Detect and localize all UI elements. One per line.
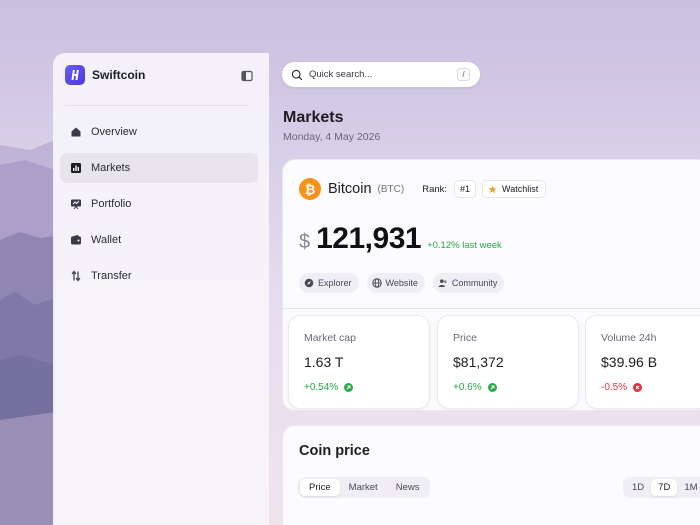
- link-label: Explorer: [318, 278, 352, 288]
- coin-price-row: $ 121,931 +0.12% last week: [299, 222, 502, 256]
- sidebar-item-label: Overview: [91, 126, 137, 138]
- sidebar-item-label: Markets: [91, 162, 131, 174]
- time-range-selector: 1D 7D 1M: [623, 477, 700, 498]
- coin-price-title: Coin price: [299, 443, 370, 459]
- stat-change-value: +0.54%: [304, 382, 339, 393]
- transfer-icon: [71, 270, 81, 282]
- watchlist-label: Watchlist: [502, 184, 539, 194]
- search-shortcut-key: /: [457, 68, 470, 81]
- stat-change: +0.6%: [453, 382, 497, 393]
- coin-overview-card: ₿ Bitcoin (BTC) Rank: #1 Watchlist $ 121…: [282, 159, 700, 411]
- brand-logo-icon: [65, 65, 85, 85]
- search-input[interactable]: [309, 69, 449, 80]
- star-icon: [488, 185, 497, 193]
- range-1m[interactable]: 1M: [677, 479, 700, 496]
- search-bar[interactable]: /: [282, 62, 480, 87]
- search-icon: [291, 69, 303, 80]
- page-title: Markets: [283, 109, 344, 126]
- sidebar-item-overview[interactable]: Overview: [60, 117, 258, 147]
- stat-label: Price: [453, 332, 477, 344]
- sidebar-toggle-icon[interactable]: [241, 69, 253, 82]
- coin-price: 121,931: [316, 222, 422, 255]
- watchlist-button[interactable]: Watchlist: [482, 180, 547, 198]
- sidebar-item-label: Transfer: [91, 270, 132, 282]
- stat-label: Market cap: [304, 332, 356, 344]
- brand-name: Swiftcoin: [92, 68, 146, 82]
- compass-icon: [304, 278, 314, 288]
- arrow-up-right-icon: [487, 383, 497, 392]
- stat-label: Volume 24h: [601, 332, 657, 344]
- stat-change-value: -0.5%: [601, 382, 628, 393]
- stat-value: $81,372: [453, 354, 504, 370]
- close-icon: [633, 383, 643, 392]
- link-label: Website: [385, 278, 418, 288]
- stat-change: -0.5%: [601, 382, 643, 393]
- currency-symbol: $: [299, 231, 311, 253]
- coin-price-tabs: Price Market News: [298, 477, 431, 498]
- sidebar-nav: Overview Markets Portfolio Wallet Transf…: [60, 117, 258, 297]
- home-icon: [71, 127, 81, 137]
- sidebar-item-transfer[interactable]: Transfer: [60, 261, 258, 291]
- range-7d[interactable]: 7D: [651, 479, 678, 496]
- stat-change: +0.54%: [304, 382, 354, 393]
- users-icon: [438, 279, 447, 287]
- sidebar-item-portfolio[interactable]: Portfolio: [60, 189, 258, 219]
- chart-icon: [71, 163, 81, 173]
- range-1d[interactable]: 1D: [625, 479, 651, 496]
- sidebar-item-markets[interactable]: Markets: [60, 153, 258, 183]
- stat-change-value: +0.6%: [453, 382, 482, 393]
- coin-name: Bitcoin: [328, 181, 372, 197]
- sidebar-item-label: Portfolio: [91, 198, 132, 210]
- coin-links: Explorer Website Community: [299, 273, 512, 293]
- stat-value: $39.96 B: [601, 354, 658, 370]
- rank-badge: #1: [454, 180, 477, 198]
- coin-ticker: (BTC): [377, 183, 405, 195]
- stat-value: 1.63 T: [304, 354, 344, 370]
- card-divider: [283, 308, 700, 309]
- bitcoin-icon: ₿: [299, 178, 321, 200]
- coin-price-change: +0.12% last week: [427, 240, 502, 251]
- brand[interactable]: Swiftcoin: [65, 65, 145, 85]
- price-card: Price $81,372 +0.6%: [437, 315, 579, 409]
- tab-price[interactable]: Price: [300, 479, 340, 496]
- wallet-icon: [71, 235, 81, 245]
- page-date: Monday, 4 May 2026: [283, 131, 381, 143]
- community-link[interactable]: Community: [432, 273, 505, 293]
- sidebar-divider: [65, 105, 249, 106]
- coin-price-card: Coin price Price Market News 1D 7D 1M: [282, 425, 700, 525]
- coin-header: ₿ Bitcoin (BTC) Rank: #1 Watchlist: [299, 178, 547, 200]
- volume-card: Volume 24h $39.96 B -0.5%: [585, 315, 700, 409]
- explorer-link[interactable]: Explorer: [299, 273, 359, 293]
- rank-label: Rank:: [422, 183, 448, 195]
- sidebar-item-wallet[interactable]: Wallet: [60, 225, 258, 255]
- tab-market[interactable]: Market: [340, 479, 387, 496]
- sidebar-item-label: Wallet: [91, 234, 122, 246]
- tab-news[interactable]: News: [387, 479, 429, 496]
- website-link[interactable]: Website: [366, 273, 425, 293]
- presentation-icon: [71, 199, 81, 210]
- globe-icon: [371, 278, 382, 288]
- market-cap-card: Market cap 1.63 T +0.54%: [288, 315, 430, 409]
- arrow-up-right-icon: [344, 383, 354, 392]
- sidebar: Swiftcoin Overview Markets Portfolio Wal…: [53, 53, 269, 525]
- link-label: Community: [451, 278, 498, 288]
